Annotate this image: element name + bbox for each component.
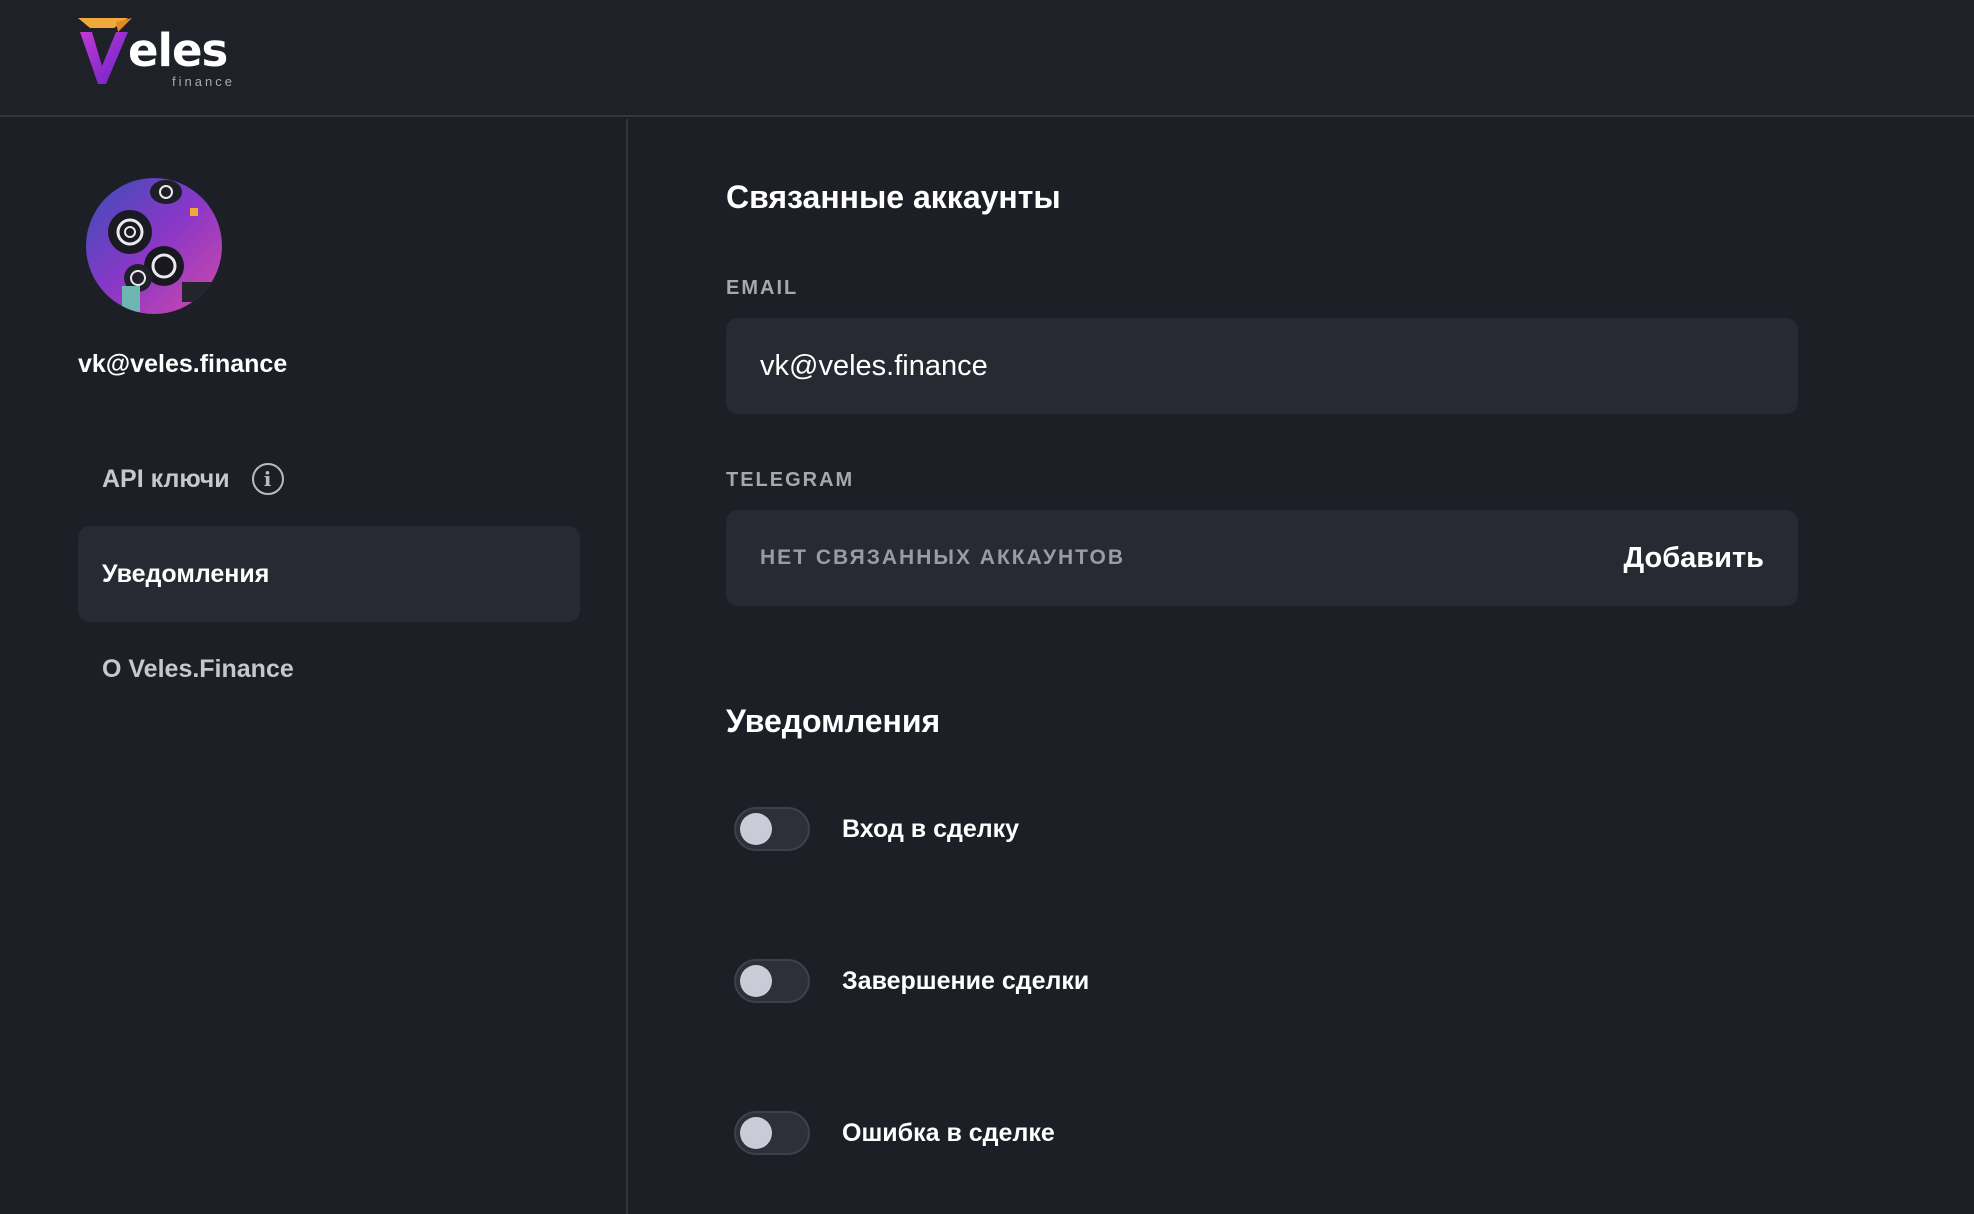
sidebar-item-label: Уведомления <box>102 559 270 588</box>
toggle-label: Вход в сделку <box>842 814 1020 843</box>
toggle-row-trade-error: Ошибка в сделке <box>734 1110 1055 1156</box>
toggle-knob <box>740 813 772 845</box>
top-header: eles finance <box>0 0 1974 117</box>
trade-entry-toggle[interactable] <box>734 807 810 851</box>
sidebar-item-label: API ключи <box>102 464 230 493</box>
add-telegram-button[interactable]: Добавить <box>1624 542 1764 575</box>
telegram-field: НЕТ СВЯЗАННЫХ АККАУНТОВ Добавить <box>726 510 1798 606</box>
sidebar-item-notifications[interactable]: Уведомления <box>78 526 580 622</box>
toggle-row-trade-completion: Завершение сделки <box>734 958 1089 1004</box>
sidebar-item-about[interactable]: О Veles.Finance <box>78 621 580 717</box>
toggle-row-trade-entry: Вход в сделку <box>734 806 1019 852</box>
notifications-title: Уведомления <box>726 703 941 739</box>
veles-logo[interactable]: eles finance <box>76 12 246 92</box>
email-value: vk@veles.finance <box>760 349 988 382</box>
toggle-label: Ошибка в сделке <box>842 1118 1055 1147</box>
info-icon[interactable]: i <box>251 463 284 495</box>
toggle-knob <box>740 1117 772 1149</box>
email-field[interactable]: vk@veles.finance <box>726 318 1798 414</box>
toggle-label: Завершение сделки <box>842 966 1090 995</box>
linked-accounts-title: Связанные аккаунты <box>726 179 1061 215</box>
avatar-image <box>86 178 222 314</box>
sidebar-item-label: О Veles.Finance <box>102 654 294 683</box>
avatar[interactable] <box>86 178 222 314</box>
toggle-knob <box>740 965 772 997</box>
user-email: vk@veles.finance <box>78 350 288 378</box>
settings-sidebar: vk@veles.finance API ключи i Уведомления… <box>0 119 628 1214</box>
email-label: EMAIL <box>726 277 799 299</box>
logo-wordmark: eles <box>128 24 228 77</box>
sidebar-item-api-keys[interactable]: API ключи i <box>78 441 580 517</box>
trade-error-toggle[interactable] <box>734 1111 810 1155</box>
telegram-label: TELEGRAM <box>726 469 855 491</box>
telegram-status: НЕТ СВЯЗАННЫХ АККАУНТОВ <box>760 546 1125 569</box>
logo-subtitle: finance <box>172 74 235 89</box>
main-content: Связанные аккаунты EMAIL vk@veles.financ… <box>630 119 1974 1214</box>
trade-completion-toggle[interactable] <box>734 959 810 1003</box>
veles-logo-mark-icon <box>78 18 132 84</box>
